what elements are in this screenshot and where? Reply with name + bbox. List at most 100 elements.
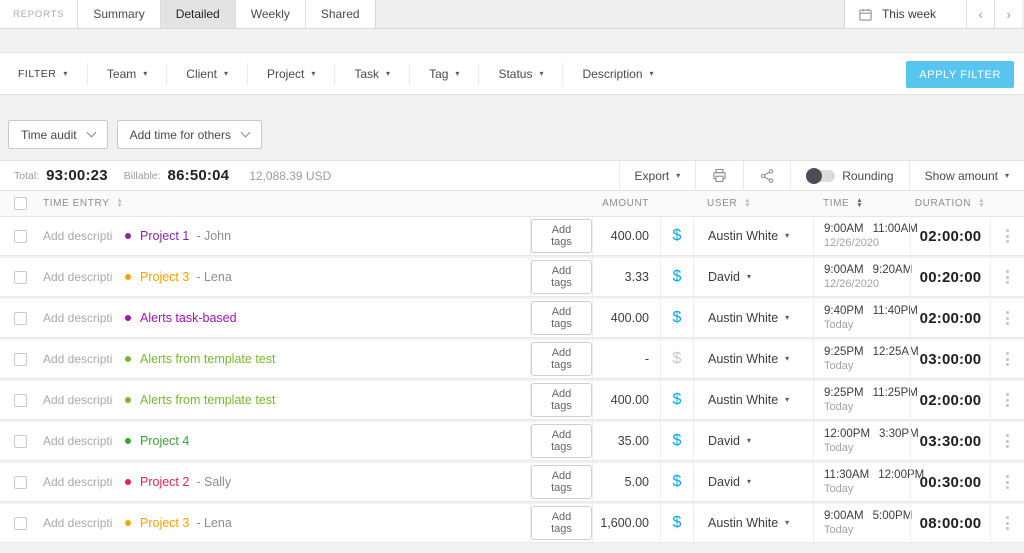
row-menu-icon[interactable] xyxy=(1006,475,1009,489)
caret-down-icon: ▾ xyxy=(785,519,789,527)
col-duration[interactable]: DURATION xyxy=(915,198,971,209)
time-cell[interactable]: 9:00AM 9:20AM 12/26/2020 xyxy=(824,264,912,290)
next-week-button[interactable]: › xyxy=(994,0,1022,28)
filter-description[interactable]: Description ▾ xyxy=(562,63,672,85)
add-tags-button[interactable]: Add tags xyxy=(531,301,592,335)
user-select[interactable]: David ▾ xyxy=(708,434,751,448)
project-name: Project 1 xyxy=(140,229,189,243)
col-user[interactable]: USER xyxy=(707,198,737,209)
user-select[interactable]: Austin White ▾ xyxy=(708,229,789,243)
add-description-field[interactable]: Add descripti... xyxy=(43,352,113,366)
filter-team[interactable]: Team ▾ xyxy=(87,63,166,85)
row-menu-icon[interactable] xyxy=(1006,516,1009,530)
tab-weekly[interactable]: Weekly xyxy=(236,0,306,28)
user-select[interactable]: Austin White ▾ xyxy=(708,311,789,325)
add-tags-button[interactable]: Add tags xyxy=(531,260,592,294)
add-description-field[interactable]: Add descripti... xyxy=(43,516,113,530)
sort-icon[interactable]: ▲▼ xyxy=(978,199,985,208)
row-checkbox[interactable] xyxy=(14,353,27,366)
col-time-entry[interactable]: TIME ENTRY xyxy=(43,198,109,209)
row-checkbox[interactable] xyxy=(14,271,27,284)
add-description-field[interactable]: Add descripti... xyxy=(43,393,113,407)
rounding-toggle[interactable] xyxy=(806,170,835,182)
row-menu-icon[interactable] xyxy=(1006,393,1009,407)
billability-dollar-icon[interactable]: $ xyxy=(673,391,682,409)
time-cell[interactable]: 9:40PM 11:40PM Today xyxy=(824,305,918,331)
tab-shared[interactable]: Shared xyxy=(306,0,375,28)
sort-icon-active[interactable]: ▲▼ xyxy=(856,199,863,208)
row-menu-icon[interactable] xyxy=(1006,270,1009,284)
billability-dollar-icon[interactable]: $ xyxy=(673,473,682,491)
filter-client[interactable]: Client ▾ xyxy=(166,63,247,85)
row-checkbox[interactable] xyxy=(14,435,27,448)
print-button[interactable] xyxy=(695,161,743,190)
project-cell[interactable]: Project 3 - Lena xyxy=(125,516,232,530)
export-dropdown[interactable]: Export ▾ xyxy=(619,161,696,190)
time-cell[interactable]: 9:00AM 11:00AM 12/26/2020 xyxy=(824,223,918,249)
user-select[interactable]: David ▾ xyxy=(708,475,751,489)
billability-dollar-icon[interactable]: $ xyxy=(673,514,682,532)
row-checkbox[interactable] xyxy=(14,394,27,407)
add-tags-button[interactable]: Add tags xyxy=(531,219,592,253)
add-description-field[interactable]: Add descripti... xyxy=(43,311,113,325)
project-cell[interactable]: Alerts task-based xyxy=(125,311,244,325)
tab-detailed[interactable]: Detailed xyxy=(161,0,236,28)
project-cell[interactable]: Project 3 - Lena xyxy=(125,270,232,284)
chevron-down-icon xyxy=(86,128,96,138)
col-time[interactable]: TIME xyxy=(823,198,849,209)
billability-dollar-icon[interactable]: $ xyxy=(673,227,682,245)
billability-dollar-icon[interactable]: $ xyxy=(673,268,682,286)
row-checkbox[interactable] xyxy=(14,230,27,243)
time-cell[interactable]: 12:00PM 3:30PM Today xyxy=(824,428,919,454)
filter-tag[interactable]: Tag ▾ xyxy=(409,63,478,85)
time-cell[interactable]: 9:00AM 5:00PM Today xyxy=(824,510,912,536)
add-tags-button[interactable]: Add tags xyxy=(531,465,592,499)
billability-dollar-icon[interactable]: $ xyxy=(673,309,682,327)
share-button[interactable] xyxy=(743,161,790,190)
col-amount[interactable]: AMOUNT xyxy=(602,198,649,209)
select-all-checkbox[interactable] xyxy=(14,197,27,210)
apply-filter-button[interactable]: APPLY FILTER xyxy=(906,61,1014,88)
user-select[interactable]: Austin White ▾ xyxy=(708,393,789,407)
row-menu-icon[interactable] xyxy=(1006,352,1009,366)
add-tags-button[interactable]: Add tags xyxy=(531,342,592,376)
show-amount-dropdown[interactable]: Show amount ▾ xyxy=(909,161,1024,190)
sort-icon[interactable]: ▲▼ xyxy=(116,199,123,208)
time-cell[interactable]: 9:25PM 11:25PM Today xyxy=(824,387,918,413)
add-time-for-others-dropdown[interactable]: Add time for others xyxy=(117,120,262,149)
time-audit-dropdown[interactable]: Time audit xyxy=(8,120,108,149)
row-checkbox[interactable] xyxy=(14,312,27,325)
prev-week-button[interactable]: ‹ xyxy=(966,0,994,28)
add-tags-button[interactable]: Add tags xyxy=(531,383,592,417)
project-cell[interactable]: Project 1 - John xyxy=(125,229,231,243)
tab-summary[interactable]: Summary xyxy=(78,0,160,28)
project-cell[interactable]: Project 2 - Sally xyxy=(125,475,231,489)
row-checkbox[interactable] xyxy=(14,517,27,530)
billability-dollar-icon[interactable]: $ xyxy=(673,350,682,368)
row-menu-icon[interactable] xyxy=(1006,229,1009,243)
filter-task[interactable]: Task ▾ xyxy=(334,63,409,85)
filter-project[interactable]: Project ▾ xyxy=(247,63,334,85)
add-description-field[interactable]: Add descripti... xyxy=(43,434,113,448)
duration-value: 02:00:00 xyxy=(920,392,982,409)
time-cell[interactable]: 9:25PM 12:25AM Today xyxy=(824,346,919,372)
project-cell[interactable]: Project 4 xyxy=(125,434,196,448)
add-description-field[interactable]: Add descripti... xyxy=(43,475,113,489)
filter-status[interactable]: Status ▾ xyxy=(478,63,562,85)
row-menu-icon[interactable] xyxy=(1006,311,1009,325)
date-range-button[interactable]: This week xyxy=(845,0,966,28)
row-checkbox[interactable] xyxy=(14,476,27,489)
user-select[interactable]: Austin White ▾ xyxy=(708,352,789,366)
add-description-field[interactable]: Add descripti... xyxy=(43,270,113,284)
sort-icon[interactable]: ▲▼ xyxy=(744,199,751,208)
billability-dollar-icon[interactable]: $ xyxy=(673,432,682,450)
add-tags-button[interactable]: Add tags xyxy=(531,424,592,458)
add-description-field[interactable]: Add descripti... xyxy=(43,229,113,243)
project-cell[interactable]: Alerts from template test xyxy=(125,352,282,366)
filter-menu[interactable]: FILTER ▾ xyxy=(16,63,87,85)
row-menu-icon[interactable] xyxy=(1006,434,1009,448)
user-select[interactable]: Austin White ▾ xyxy=(708,516,789,530)
project-cell[interactable]: Alerts from template test xyxy=(125,393,282,407)
user-select[interactable]: David ▾ xyxy=(708,270,751,284)
add-tags-button[interactable]: Add tags xyxy=(531,506,592,540)
